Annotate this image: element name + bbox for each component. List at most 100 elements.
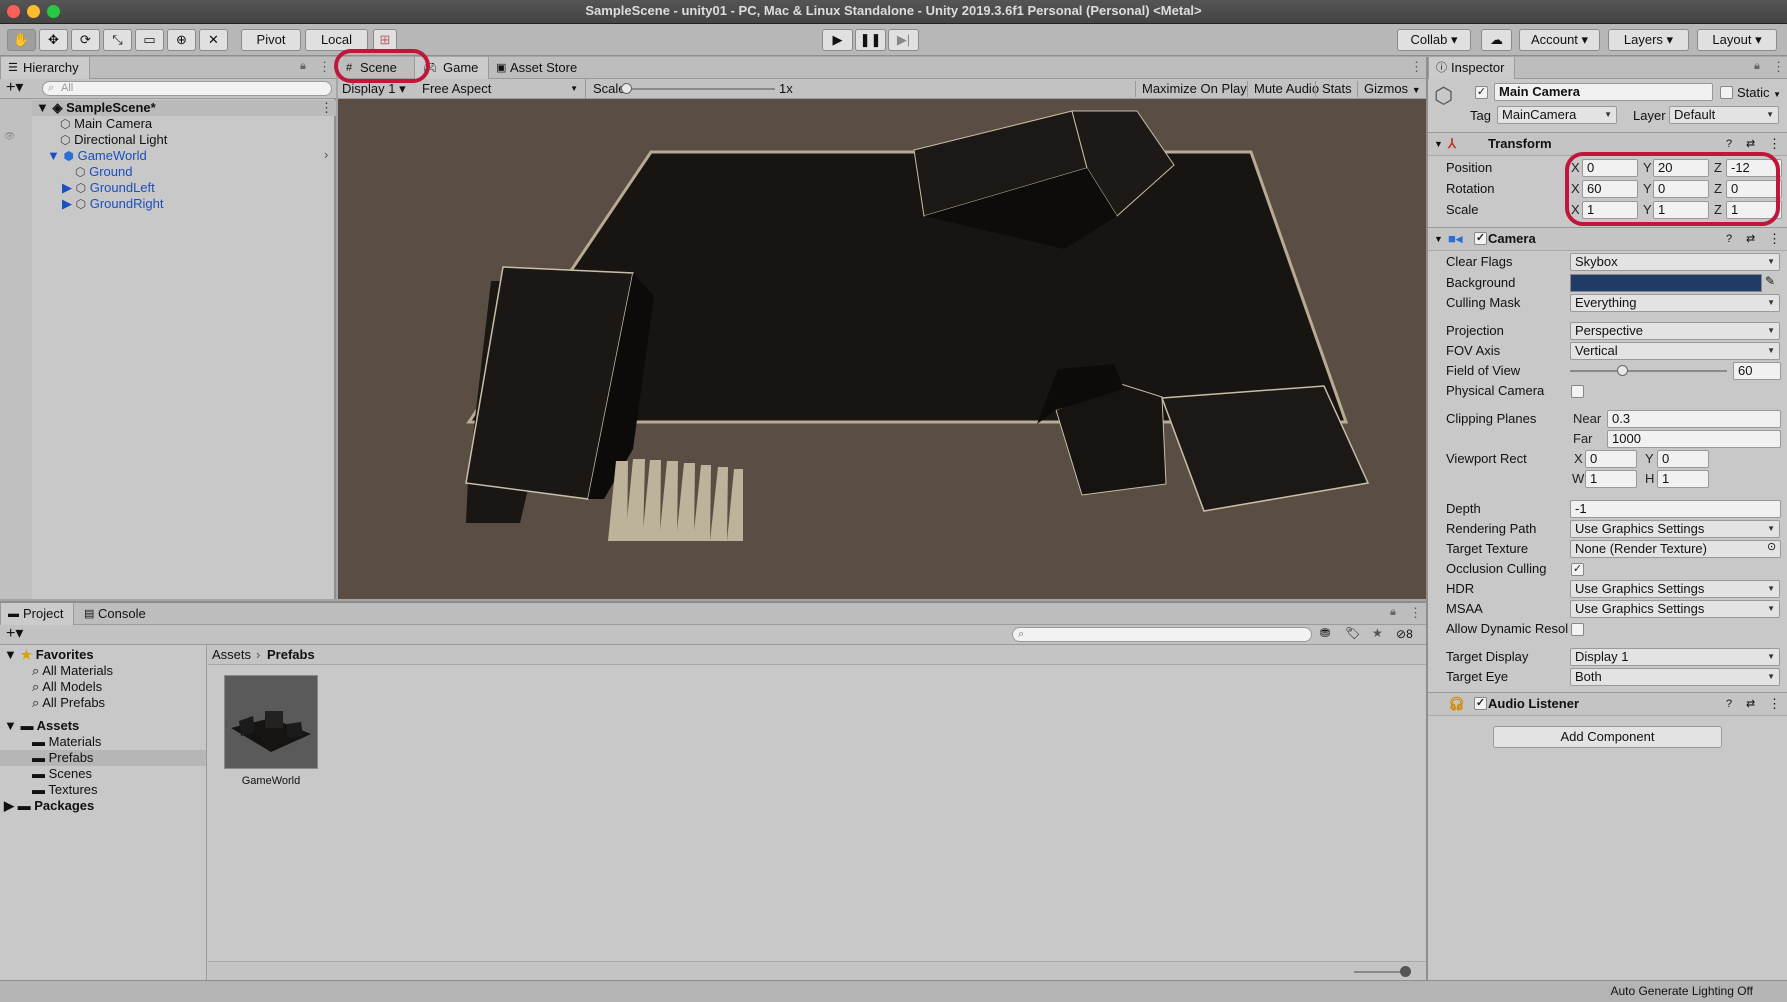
stats-toggle[interactable]: Stats — [1315, 81, 1352, 97]
transform-tool-button[interactable]: ⊕ — [167, 29, 196, 51]
icon-size-slider-track[interactable] — [1354, 971, 1404, 973]
lock-icon[interactable]: 🔒︎ — [1390, 606, 1396, 619]
fov-slider-handle[interactable] — [1617, 365, 1629, 376]
minimize-window-button[interactable] — [27, 5, 40, 18]
audio-listener-header[interactable]: 🎧︎ ✓ Audio Listener ? ⇄ ⋮ — [1428, 692, 1787, 716]
step-button[interactable]: ▶| — [888, 29, 919, 51]
depth-input[interactable]: -1 — [1570, 500, 1781, 518]
game-viewport[interactable] — [338, 99, 1426, 599]
fov-slider-track[interactable] — [1570, 370, 1727, 372]
fov-input[interactable]: 60 — [1733, 362, 1781, 380]
tab-project[interactable]: ▬ Project — [0, 603, 75, 625]
tab-asset-store[interactable]: ▣ Asset Store — [488, 57, 587, 79]
scale-slider-track[interactable] — [627, 88, 775, 90]
tag-dropdown[interactable]: MainCamera — [1497, 106, 1617, 124]
visibility-eye-icon[interactable]: 👁︎ — [4, 131, 15, 142]
hierarchy-item-directional-light[interactable]: ⬡ Directional Light — [60, 132, 167, 148]
lock-icon[interactable]: 🔒︎ — [300, 60, 306, 73]
camera-enabled-checkbox[interactable]: ✓ — [1474, 232, 1487, 245]
breadcrumb-assets[interactable]: Assets — [212, 647, 251, 663]
favorite-item[interactable]: ⌕ All Prefabs — [32, 695, 105, 711]
culling-mask-dropdown[interactable]: Everything — [1570, 294, 1780, 312]
lock-icon[interactable]: 🔒︎ — [1754, 60, 1760, 73]
occlusion-culling-checkbox[interactable]: ✓ — [1571, 563, 1584, 576]
account-dropdown[interactable]: Account ▾ — [1519, 29, 1600, 51]
mute-audio-toggle[interactable]: Mute Audio — [1247, 81, 1319, 97]
gizmos-dropdown[interactable]: Gizmos ▼ — [1357, 81, 1421, 97]
favorites-row[interactable]: ▼ ★ Favorites — [4, 647, 94, 663]
hierarchy-item-gameworld[interactable]: ▼ ⬢ GameWorld — [47, 148, 147, 164]
help-icon[interactable]: ? — [1726, 693, 1732, 715]
target-texture-field[interactable]: None (Render Texture) — [1570, 540, 1781, 558]
folder-item[interactable]: ▬ Textures — [32, 782, 98, 798]
asset-item-label[interactable]: GameWorld — [224, 773, 318, 789]
rotate-tool-button[interactable]: ⟳ — [71, 29, 100, 51]
close-window-button[interactable] — [7, 5, 20, 18]
fov-axis-dropdown[interactable]: Vertical — [1570, 342, 1780, 360]
aspect-dropdown[interactable]: Free Aspect ▼ — [422, 81, 582, 97]
favorite-item[interactable]: ⌕ All Models — [32, 679, 102, 695]
audio-listener-enabled-checkbox[interactable]: ✓ — [1474, 697, 1487, 710]
packages-row[interactable]: ▶ ▬ Packages — [4, 798, 94, 814]
static-checkbox[interactable] — [1720, 86, 1733, 99]
scale-tool-button[interactable]: ⤡ — [103, 29, 132, 51]
component-menu-icon[interactable]: ⋮ — [1768, 133, 1781, 155]
hidden-packages-toggle[interactable]: ⊘8 — [1396, 627, 1413, 641]
hierarchy-item-main-camera[interactable]: ⬡ Main Camera — [60, 116, 152, 132]
active-checkbox[interactable]: ✓ — [1475, 86, 1488, 99]
label-tag-icon[interactable]: 🏷︎ — [1345, 626, 1360, 640]
move-tool-button[interactable]: ✥ — [39, 29, 68, 51]
near-input[interactable]: 0.3 — [1607, 410, 1781, 428]
create-icon[interactable]: +▾ — [6, 625, 23, 643]
panel-menu-icon[interactable]: ⋮ — [1409, 605, 1422, 621]
folder-item-selected[interactable]: ▬ Prefabs — [32, 750, 93, 766]
layers-dropdown[interactable]: Layers ▾ — [1608, 29, 1689, 51]
projection-dropdown[interactable]: Perspective — [1570, 322, 1780, 340]
hand-tool-button[interactable]: ✋ — [7, 29, 36, 51]
dynamic-resolution-checkbox[interactable] — [1571, 623, 1584, 636]
rendering-path-dropdown[interactable]: Use Graphics Settings — [1570, 520, 1780, 538]
scene-menu-icon[interactable]: ⋮ — [320, 100, 333, 116]
preset-icon[interactable]: ⇄ — [1746, 693, 1755, 715]
hierarchy-scene-row[interactable]: ▼ ◈ SampleScene* — [36, 100, 156, 116]
cloud-button[interactable]: ☁ — [1481, 29, 1512, 51]
component-menu-icon[interactable]: ⋮ — [1768, 228, 1781, 250]
add-component-button[interactable]: Add Component — [1493, 726, 1722, 748]
folder-item[interactable]: ▬ Scenes — [32, 766, 92, 782]
hierarchy-item-groundright[interactable]: ▶ ⬡ GroundRight — [62, 196, 163, 212]
clear-flags-dropdown[interactable]: Skybox — [1570, 253, 1780, 271]
asset-thumbnail[interactable] — [224, 675, 318, 769]
assets-row[interactable]: ▼ ▬ Assets — [4, 718, 79, 734]
rect-tool-button[interactable]: ▭ — [135, 29, 164, 51]
viewport-x-input[interactable]: 0 — [1585, 450, 1637, 468]
pivot-toggle[interactable]: Pivot — [241, 29, 301, 51]
tab-console[interactable]: ▤ Console — [76, 603, 156, 625]
hierarchy-item-groundleft[interactable]: ▶ ⬡ GroundLeft — [62, 180, 155, 196]
object-name-input[interactable]: Main Camera — [1494, 83, 1713, 101]
pause-button[interactable]: ❚❚ — [855, 29, 886, 51]
preset-icon[interactable]: ⇄ — [1746, 228, 1755, 250]
create-icon[interactable]: +▾ — [6, 79, 23, 97]
filter-type-icon[interactable]: ⛃ — [1320, 626, 1330, 640]
zoom-window-button[interactable] — [47, 5, 60, 18]
icon-size-slider-handle[interactable] — [1400, 966, 1411, 977]
play-button[interactable]: ▶ — [822, 29, 853, 51]
layout-dropdown[interactable]: Layout ▾ — [1697, 29, 1777, 51]
target-eye-dropdown[interactable]: Both — [1570, 668, 1780, 686]
star-icon[interactable]: ★ — [1372, 626, 1383, 640]
tab-hierarchy[interactable]: ☰ Hierarchy — [0, 57, 90, 79]
chevron-right-icon[interactable]: › — [324, 147, 328, 162]
scale-slider-handle[interactable] — [621, 83, 632, 94]
msaa-dropdown[interactable]: Use Graphics Settings — [1570, 600, 1780, 618]
physical-camera-checkbox[interactable] — [1571, 385, 1584, 398]
folder-item[interactable]: ▬ Materials — [32, 734, 101, 750]
component-menu-icon[interactable]: ⋮ — [1768, 693, 1781, 715]
background-color-swatch[interactable] — [1570, 274, 1762, 292]
layer-dropdown[interactable]: Default — [1669, 106, 1779, 124]
favorite-item[interactable]: ⌕ All Materials — [32, 663, 113, 679]
hierarchy-search-input[interactable]: ⌕ All — [42, 81, 332, 96]
help-icon[interactable]: ? — [1726, 228, 1732, 250]
tab-inspector[interactable]: ⓘ Inspector — [1428, 57, 1516, 79]
object-picker-icon[interactable]: ⊙ — [1767, 540, 1776, 553]
custom-tool-button[interactable]: ✕ — [199, 29, 228, 51]
